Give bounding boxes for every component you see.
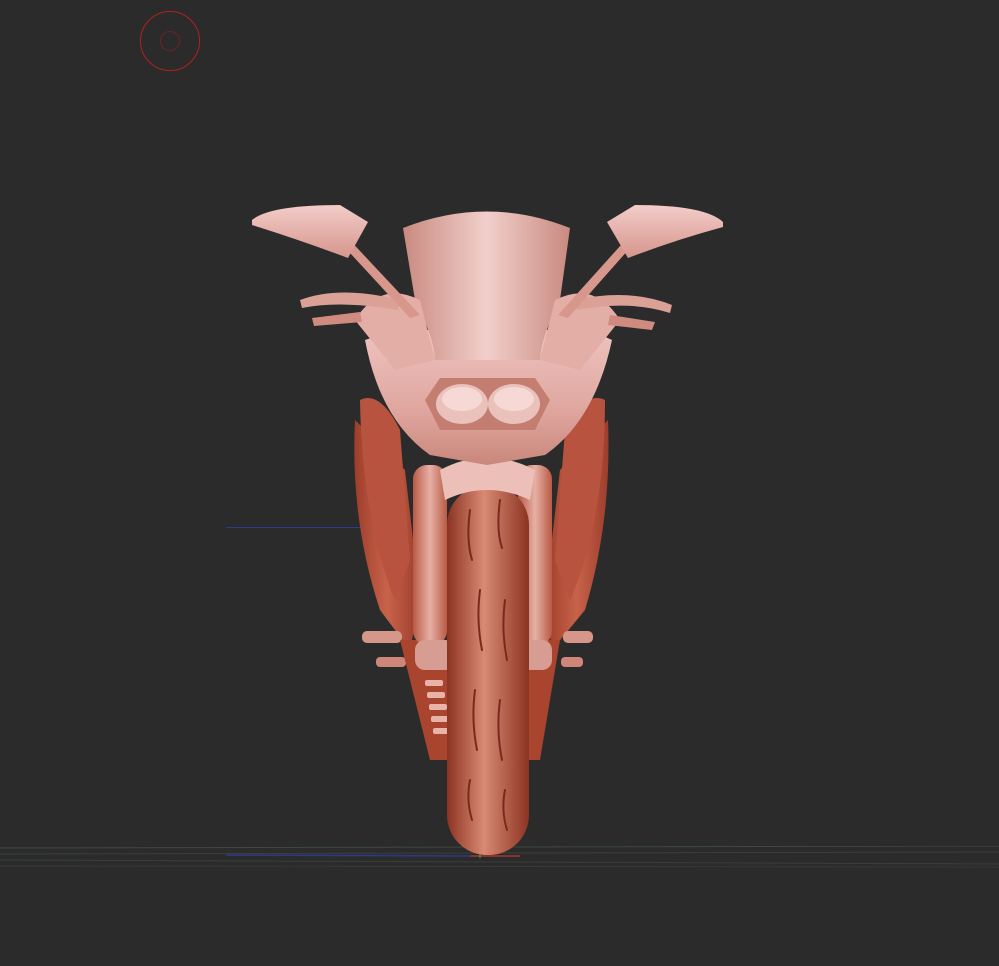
sculpt-viewport[interactable]	[0, 0, 999, 966]
motorcycle-model-icon[interactable]	[0, 0, 999, 966]
